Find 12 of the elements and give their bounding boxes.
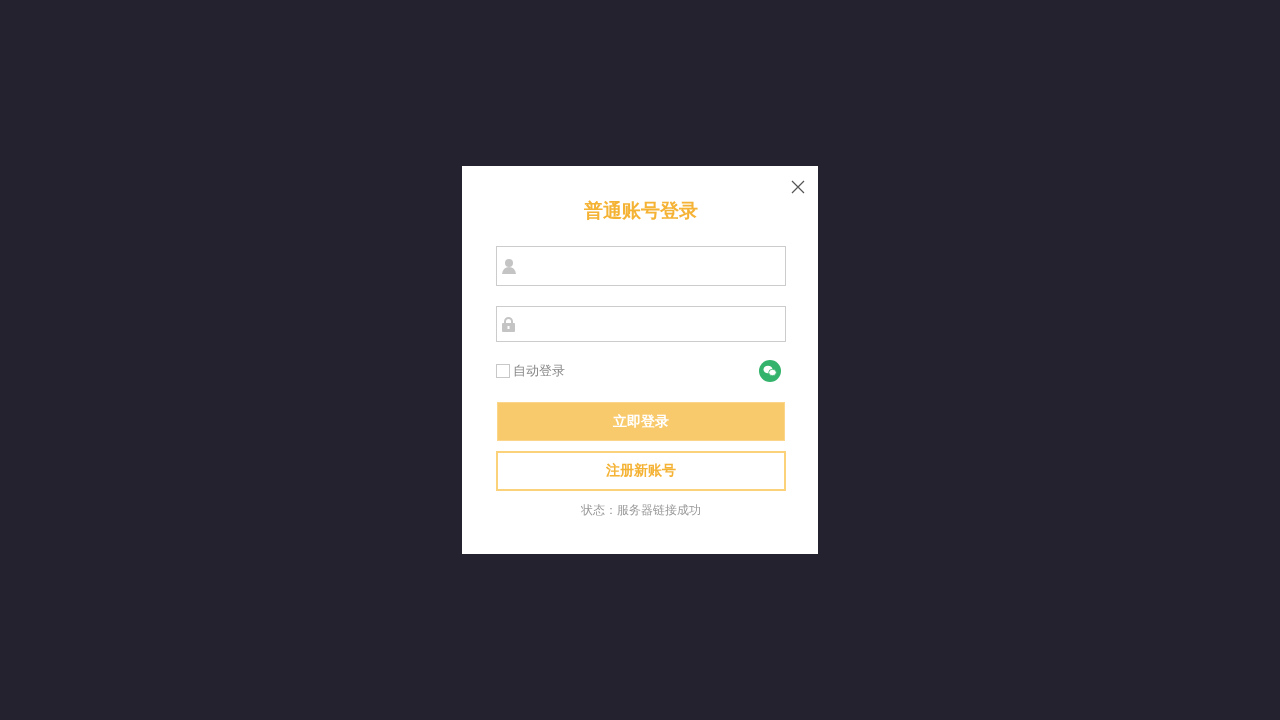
register-button[interactable]: 注册新账号	[496, 451, 786, 491]
auto-login-label: 自动登录	[513, 362, 565, 380]
chat-bubbles-icon[interactable]	[759, 360, 781, 382]
dialog-title: 普通账号登录	[583, 199, 699, 221]
lock-icon	[502, 316, 515, 332]
password-field[interactable]	[496, 306, 786, 342]
close-icon[interactable]	[790, 179, 806, 195]
status-text: 状态：服务器链接成功	[580, 502, 702, 518]
login-button[interactable]: 立即登录	[497, 402, 785, 441]
user-icon	[502, 258, 516, 274]
auto-login-checkbox[interactable]	[496, 364, 510, 378]
username-field[interactable]	[496, 246, 786, 286]
